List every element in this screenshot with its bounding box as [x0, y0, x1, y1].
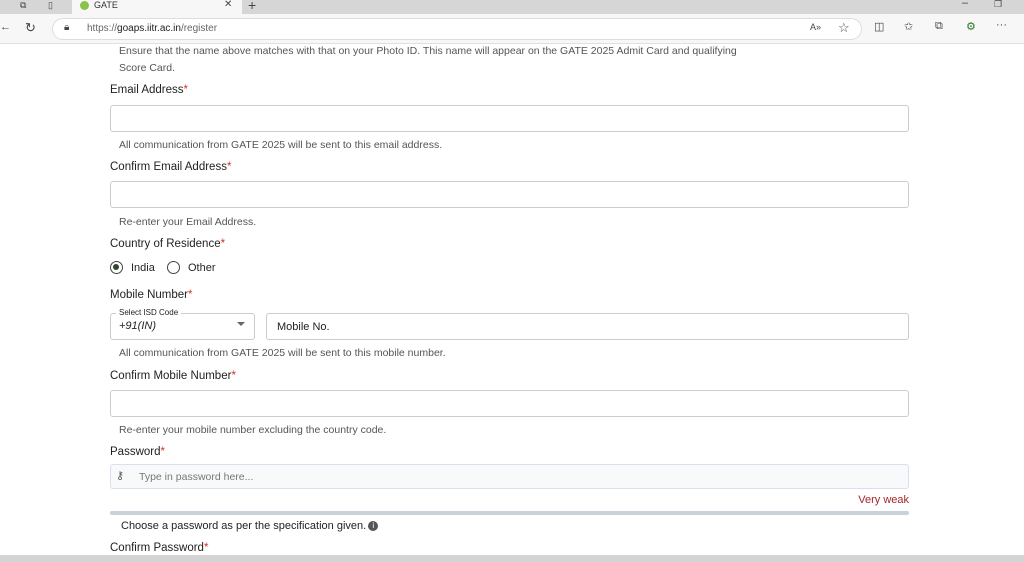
password-help: Choose a password as per the specificati… [121, 520, 379, 532]
confirm-email-label-text: Confirm Email Address [110, 161, 227, 173]
email-label: Email Address* [110, 84, 188, 96]
close-tab-icon[interactable]: ✕ [224, 0, 232, 10]
url-input[interactable]: https://goaps.iitr.ac.in/register [52, 18, 862, 40]
radio-india-label[interactable]: India [131, 262, 155, 274]
required-mark: * [203, 542, 209, 554]
restore-icon[interactable]: ❐ [994, 0, 1002, 10]
url-scheme: https:// [87, 23, 118, 34]
minimize-icon[interactable]: – [962, 0, 968, 9]
confirm-password-label: Confirm Password* [110, 542, 208, 554]
info-icon[interactable]: i [368, 521, 379, 531]
isd-code-value: +91(IN) [119, 320, 156, 332]
required-mark: * [183, 84, 188, 96]
required-mark: * [226, 161, 232, 173]
confirm-email-label: Confirm Email Address* [110, 161, 231, 173]
radio-india[interactable] [110, 261, 123, 274]
country-label: Country of Residence* [110, 238, 225, 250]
dropdown-arrow-icon[interactable] [237, 322, 245, 326]
tab-actions-icon[interactable]: ▯ [48, 0, 53, 11]
lock-icon[interactable]: 🔒︎ [64, 22, 69, 33]
tab-gate[interactable]: GATE [72, 0, 242, 14]
radio-other-label[interactable]: Other [188, 262, 216, 274]
confirm-mobile-label-text: Confirm Mobile Number [110, 370, 232, 382]
mobile-label-text: Mobile Number [110, 289, 188, 301]
workspaces-icon[interactable]: ⧉ [20, 0, 26, 11]
password-help-text: Choose a password as per the specificati… [121, 520, 367, 532]
email-label-text: Email Address [110, 84, 184, 96]
favorite-star-icon[interactable]: ☆ [838, 20, 850, 36]
required-mark: * [231, 370, 236, 382]
extension-icon[interactable]: ⚙ [966, 20, 976, 33]
isd-code-label: Select ISD Code [116, 308, 182, 317]
key-icon: ⚷ [116, 470, 125, 482]
confirm-mobile-input[interactable] [110, 390, 909, 417]
url-path: /register [180, 23, 218, 34]
password-placeholder: Type in password here... [139, 471, 254, 483]
required-mark: * [160, 446, 165, 458]
taskbar [0, 555, 1024, 562]
confirm-password-label-text: Confirm Password [110, 542, 204, 554]
name-help-2: Score Card. [119, 62, 176, 74]
country-label-text: Country of Residence [110, 238, 221, 250]
confirm-email-input[interactable] [110, 181, 909, 208]
favorites-icon[interactable]: ✩ [904, 20, 913, 33]
mobile-input[interactable]: Mobile No. [266, 313, 909, 340]
confirm-email-help: Re-enter your Email Address. [119, 216, 257, 228]
required-mark: * [220, 238, 226, 250]
back-icon[interactable]: ← [0, 21, 11, 33]
radio-other[interactable] [167, 261, 180, 274]
mobile-label: Mobile Number* [110, 289, 192, 301]
favicon-icon [80, 1, 89, 10]
new-tab-icon[interactable]: + [248, 0, 256, 13]
split-screen-icon[interactable]: ◫ [874, 20, 884, 33]
read-aloud-icon[interactable]: A» [810, 22, 821, 32]
email-input[interactable] [110, 105, 909, 132]
mobile-help: All communication from GATE 2025 will be… [119, 347, 446, 359]
confirm-mobile-help: Re-enter your mobile number excluding th… [119, 424, 387, 436]
email-help: All communication from GATE 2025 will be… [119, 139, 443, 151]
password-strength-text: Very weak [858, 494, 909, 506]
collections-icon[interactable]: ⧉ [935, 20, 943, 33]
password-strength-bar [110, 511, 909, 515]
url-host: goaps.iitr.ac.in [117, 23, 181, 34]
refresh-icon[interactable]: ↻ [25, 20, 36, 36]
tab-title: GATE [94, 0, 118, 10]
more-icon[interactable]: ··· [996, 19, 1007, 31]
confirm-mobile-label: Confirm Mobile Number* [110, 370, 236, 382]
password-label: Password* [110, 446, 165, 458]
name-help: Ensure that the name above matches with … [119, 45, 737, 57]
password-label-text: Password [110, 446, 161, 458]
required-mark: * [187, 289, 193, 301]
